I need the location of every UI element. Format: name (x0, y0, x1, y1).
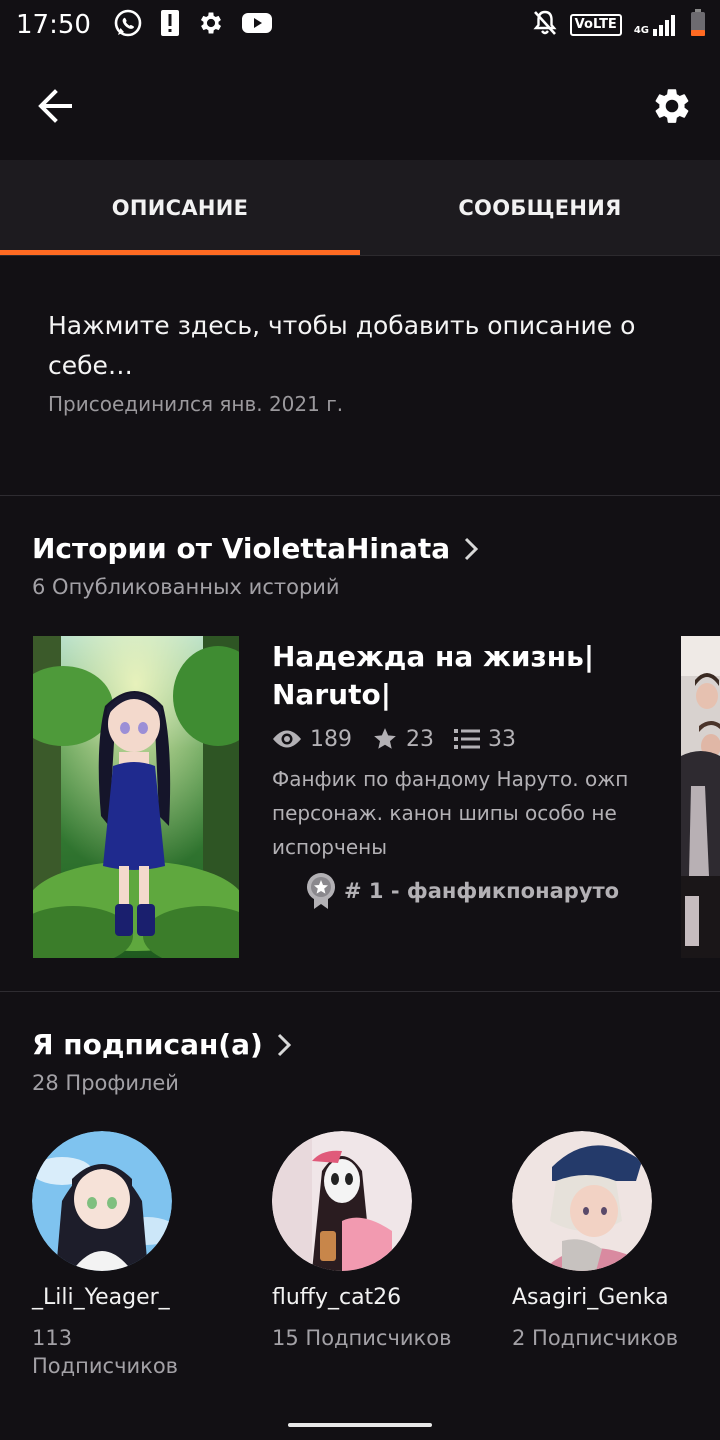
profile-followers: 113 Подписчиков (32, 1326, 179, 1378)
avatar[interactable] (272, 1131, 412, 1271)
following-header[interactable]: Я подписан(а) (32, 1028, 291, 1061)
profile-followers: 15 Подписчиков (272, 1326, 452, 1350)
add-description-prompt[interactable]: Нажмите здесь, чтобы добавить описание о… (48, 306, 668, 386)
whatsapp-icon (113, 8, 143, 42)
list-icon (454, 729, 480, 749)
story-rank-label: # 1 - фанфикпонаруто (344, 879, 620, 903)
volte-badge: VoLTE (569, 14, 622, 36)
about-section: Нажмите здесь, чтобы добавить описание о… (48, 306, 668, 416)
status-system-icons: VoLTE 4G (532, 0, 706, 50)
battery-icon (690, 9, 706, 41)
views-count: 189 (310, 726, 352, 752)
votes-stat: 23 (372, 726, 434, 752)
story-stats: 189 23 33 (272, 726, 672, 752)
stories-title: Истории от ViolettaHinata (32, 532, 451, 565)
network-type-label: 4G (633, 25, 649, 36)
divider (0, 495, 720, 496)
chevron-right-icon (277, 1033, 291, 1056)
tab-description[interactable]: ОПИСАНИЕ (0, 160, 360, 255)
joined-date: Присоединился янв. 2021 г. (48, 392, 344, 416)
alert-icon (159, 8, 181, 42)
bell-off-icon (532, 9, 558, 41)
votes-count: 23 (406, 726, 434, 752)
profile-name[interactable]: fluffy_cat26 (272, 1285, 492, 1310)
gear-icon (655, 89, 689, 123)
profile-tabs: ОПИСАНИЕ СООБЩЕНИЯ (0, 160, 720, 256)
avatar[interactable] (32, 1131, 172, 1271)
views-stat: 189 (272, 727, 352, 752)
app-bar (0, 50, 720, 160)
followed-profile-card[interactable]: _Lili_Yeager_ 113 Подписчиков (32, 1131, 252, 1380)
following-title: Я подписан(а) (32, 1028, 263, 1061)
tab-messages[interactable]: СООБЩЕНИЯ (360, 160, 720, 255)
settings-button[interactable] (646, 80, 698, 132)
stories-count: 6 Опубликованных историй (32, 575, 340, 599)
youtube-icon (241, 11, 273, 39)
following-count: 28 Профилей (32, 1071, 179, 1095)
parts-stat: 33 (454, 727, 516, 752)
story-rank-badge[interactable]: # 1 - фанфикпонаруто (306, 872, 672, 910)
status-time: 17:50 (16, 10, 91, 40)
parts-count: 33 (488, 726, 516, 752)
story-title[interactable]: Надежда на жизнь| Naruto| (272, 638, 672, 714)
back-button[interactable] (30, 80, 82, 132)
signal-icon: 4G (634, 14, 678, 36)
home-indicator[interactable] (288, 1423, 432, 1427)
story-cover-image[interactable] (33, 636, 239, 958)
profile-screen: 17:50 VoLTE 4G ОПИСАНИЕ СООБЩЕНИЯ Нажмит… (0, 0, 720, 1440)
avatar[interactable] (512, 1131, 652, 1271)
ribbon-award-icon (307, 873, 335, 909)
arrow-left-icon (38, 89, 72, 123)
story-info[interactable]: Надежда на жизнь| Naruto| 189 23 33 Фанф… (272, 638, 672, 910)
star-icon (374, 728, 396, 749)
status-bar: 17:50 VoLTE 4G (0, 0, 720, 50)
profile-followers: 2 Подписчиков (512, 1326, 679, 1350)
story-description: Фанфик по фандому Наруто. ожп персонаж. … (272, 767, 629, 859)
stories-header[interactable]: Истории от ViolettaHinata (32, 532, 479, 565)
eye-icon (273, 730, 301, 748)
chevron-right-icon (465, 537, 479, 560)
followed-profile-card[interactable]: fluffy_cat26 15 Подписчиков (272, 1131, 492, 1352)
gear-icon (197, 9, 225, 41)
profile-name[interactable]: Asagiri_Genka (512, 1285, 720, 1310)
divider (0, 991, 720, 992)
status-notification-icons (113, 8, 273, 42)
profile-name[interactable]: _Lili_Yeager_ (32, 1285, 252, 1310)
next-story-cover[interactable] (681, 636, 720, 958)
followed-profile-card[interactable]: Asagiri_Genka 2 Подписчиков (512, 1131, 720, 1352)
